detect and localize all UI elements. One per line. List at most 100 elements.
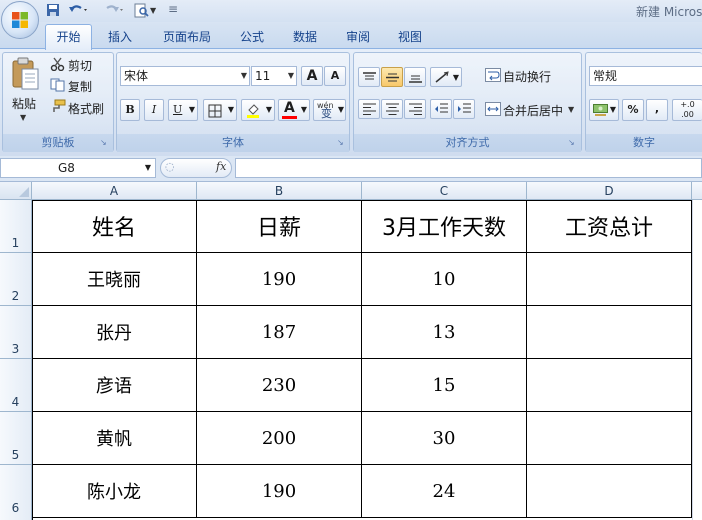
row-header-5[interactable]: 5 — [0, 412, 32, 465]
column-header-d[interactable]: D — [527, 182, 692, 200]
save-icon[interactable] — [46, 3, 60, 19]
tab-view[interactable]: 视图 — [398, 27, 422, 47]
font-size-dropdown-icon[interactable]: ▼ — [288, 67, 294, 85]
cell-c2[interactable]: 10 — [362, 253, 527, 306]
tab-review[interactable]: 审阅 — [346, 27, 370, 47]
underline-button[interactable]: U ▼ — [168, 99, 198, 121]
increase-decimal-button[interactable]: +.0 .00 — [672, 99, 702, 121]
phonetic-dropdown-icon[interactable]: ▼ — [338, 105, 344, 115]
formula-expand-icon[interactable]: ◌ — [165, 160, 175, 173]
row-header-2[interactable]: 2 — [0, 253, 32, 306]
paste-icon[interactable] — [10, 57, 40, 91]
row-header-1[interactable]: 1 — [0, 200, 32, 253]
cell-d2[interactable] — [527, 253, 692, 306]
font-color-button[interactable]: A ▼ — [278, 99, 310, 121]
cell-b4[interactable]: 230 — [197, 359, 362, 412]
tab-data[interactable]: 数据 — [293, 27, 317, 47]
merge-center-icon[interactable] — [485, 101, 501, 117]
qat-customize-icon[interactable]: ≡ — [168, 2, 178, 18]
cell-d3[interactable] — [527, 306, 692, 359]
redo-icon[interactable] — [104, 3, 126, 19]
borders-dropdown-icon[interactable]: ▼ — [228, 105, 234, 114]
tab-formulas[interactable]: 公式 — [240, 27, 264, 47]
cell-d1[interactable]: 工资总计 — [527, 200, 692, 253]
print-preview-icon[interactable] — [134, 3, 150, 19]
name-box-dropdown-icon[interactable]: ▼ — [145, 159, 151, 177]
accounting-format-button[interactable]: ▼ — [589, 99, 619, 121]
font-dialog-launcher-icon[interactable]: ↘ — [337, 138, 346, 147]
increase-indent-button[interactable] — [453, 99, 475, 119]
font-size-combo[interactable]: 11 ▼ — [251, 66, 297, 86]
qat-dropdown-icon[interactable]: ▼ — [150, 6, 156, 22]
underline-dropdown-icon[interactable]: ▼ — [189, 100, 195, 120]
accounting-dropdown-icon[interactable]: ▼ — [610, 105, 616, 114]
font-color-dropdown-icon[interactable]: ▼ — [301, 105, 307, 114]
merge-center-label[interactable]: 合并后居中 — [503, 102, 563, 119]
cell-a2[interactable]: 王晓丽 — [32, 253, 197, 306]
cell-b3[interactable]: 187 — [197, 306, 362, 359]
number-format-combo[interactable]: 常规 — [589, 66, 702, 86]
clipboard-dialog-launcher-icon[interactable]: ↘ — [100, 138, 109, 147]
row-header-3[interactable]: 3 — [0, 306, 32, 359]
tab-page-layout[interactable]: 页面布局 — [163, 27, 211, 47]
cell-b5[interactable]: 200 — [197, 412, 362, 465]
italic-button[interactable]: I — [144, 99, 164, 121]
cut-label[interactable]: 剪切 — [68, 57, 92, 74]
wrap-text-icon[interactable] — [485, 67, 501, 83]
font-name-dropdown-icon[interactable]: ▼ — [241, 67, 247, 85]
cell-c3[interactable]: 13 — [362, 306, 527, 359]
cell-c6[interactable]: 24 — [362, 465, 527, 518]
select-all-corner[interactable] — [0, 182, 32, 200]
tab-home[interactable]: 开始 — [45, 24, 92, 50]
format-painter-icon[interactable] — [50, 99, 66, 113]
decrease-indent-button[interactable] — [430, 99, 452, 119]
align-top-button[interactable] — [358, 67, 380, 87]
align-center-button[interactable] — [381, 99, 403, 119]
align-middle-button[interactable] — [381, 67, 403, 87]
cell-a3[interactable]: 张丹 — [32, 306, 197, 359]
phonetic-button[interactable]: wén 变 ▼ — [313, 99, 346, 121]
row-header-4[interactable]: 4 — [0, 359, 32, 412]
tab-insert[interactable]: 插入 — [108, 27, 132, 47]
insert-function-icon[interactable]: fx — [216, 160, 226, 173]
alignment-dialog-launcher-icon[interactable]: ↘ — [568, 138, 577, 147]
borders-button[interactable]: ▼ — [203, 99, 237, 121]
bold-button[interactable]: B — [120, 99, 140, 121]
wrap-text-label[interactable]: 自动换行 — [503, 68, 551, 85]
column-header-a[interactable]: A — [32, 182, 197, 200]
format-painter-label[interactable]: 格式刷 — [68, 100, 104, 117]
cell-c4[interactable]: 15 — [362, 359, 527, 412]
paste-dropdown-icon[interactable]: ▼ — [20, 113, 26, 122]
align-left-button[interactable] — [358, 99, 380, 119]
align-right-button[interactable] — [404, 99, 426, 119]
column-header-e[interactable] — [692, 182, 702, 200]
cell-a1[interactable]: 姓名 — [32, 200, 197, 253]
cell-d6[interactable] — [527, 465, 692, 518]
merge-center-dropdown-icon[interactable]: ▼ — [568, 105, 574, 114]
cell-c5[interactable]: 30 — [362, 412, 527, 465]
cut-icon[interactable] — [50, 57, 66, 72]
orientation-button[interactable]: ▼ — [430, 67, 462, 87]
column-header-c[interactable]: C — [362, 182, 527, 200]
row-header-6[interactable]: 6 — [0, 465, 32, 520]
formula-input[interactable] — [235, 158, 702, 178]
fill-color-button[interactable]: ▼ — [241, 99, 275, 121]
cell-a6[interactable]: 陈小龙 — [32, 465, 197, 518]
column-header-b[interactable]: B — [197, 182, 362, 200]
percent-style-button[interactable]: % — [622, 99, 644, 121]
shrink-font-button[interactable]: A — [324, 66, 346, 86]
align-bottom-button[interactable] — [404, 67, 426, 87]
cell-b1[interactable]: 日薪 — [197, 200, 362, 253]
cell-a5[interactable]: 黄帆 — [32, 412, 197, 465]
grow-font-button[interactable]: A — [301, 66, 323, 86]
undo-icon[interactable] — [68, 3, 90, 19]
cell-a4[interactable]: 彦语 — [32, 359, 197, 412]
cell-c1[interactable]: 3月工作天数 — [362, 200, 527, 253]
cell-b2[interactable]: 190 — [197, 253, 362, 306]
cell-d5[interactable] — [527, 412, 692, 465]
fill-color-dropdown-icon[interactable]: ▼ — [266, 105, 272, 114]
cell-d4[interactable] — [527, 359, 692, 412]
font-name-combo[interactable]: 宋体 ▼ — [120, 66, 250, 86]
cell-b6[interactable]: 190 — [197, 465, 362, 518]
orientation-dropdown-icon[interactable]: ▼ — [453, 73, 459, 82]
